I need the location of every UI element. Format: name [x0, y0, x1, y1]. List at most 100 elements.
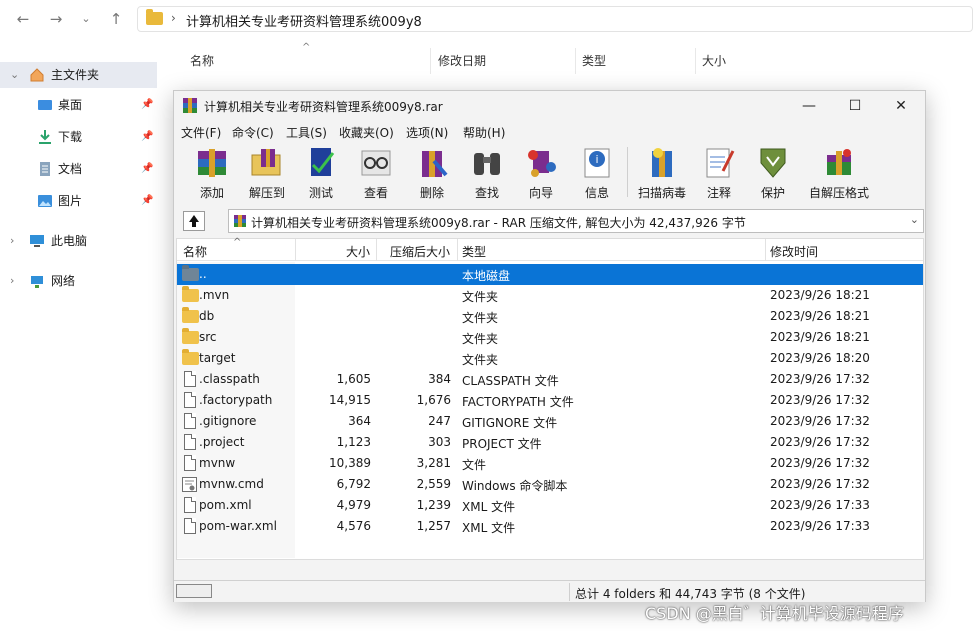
chevron-down-icon[interactable]: ⌄: [910, 213, 919, 226]
row-name: .mvn: [199, 288, 230, 302]
scan-virus-button[interactable]: 扫描病毒: [632, 143, 692, 203]
up-folder-button[interactable]: [183, 211, 205, 231]
navigation-pane: ⌄ 主文件夹 桌面 📌 下载 📌 文档 📌 图片 📌 › 此电脑 › 网络: [0, 44, 157, 631]
toolbar-label: 解压到: [248, 186, 285, 200]
table-row[interactable]: .mvn 文件夹 2023/9/26 18:21: [177, 285, 923, 306]
column-header-type[interactable]: 类型: [462, 243, 486, 260]
folder-icon: [182, 349, 199, 365]
sidebar-label: 此电脑: [51, 234, 88, 248]
table-row[interactable]: mvnw.cmd 6,792 2,559 Windows 命令脚本 2023/9…: [177, 474, 923, 495]
column-size[interactable]: 大小: [702, 48, 726, 74]
row-modified: 2023/9/26 17:32: [770, 456, 870, 470]
table-row[interactable]: .classpath 1,605 384 CLASSPATH 文件 2023/9…: [177, 369, 923, 390]
menu-help[interactable]: 帮助(H): [463, 124, 505, 141]
table-row[interactable]: .. 本地磁盘: [177, 264, 923, 285]
comment-button[interactable]: 注释: [694, 143, 744, 203]
column-name[interactable]: 名称: [190, 48, 214, 74]
column-separator[interactable]: [575, 48, 576, 74]
column-separator[interactable]: [695, 48, 696, 74]
row-name: .factorypath: [199, 393, 273, 407]
row-size: 14,915: [329, 393, 371, 407]
address-bar[interactable]: › 计算机相关专业考研资料管理系统009y8: [137, 6, 973, 32]
row-modified: 2023/9/26 17:33: [770, 519, 870, 533]
sort-caret-icon: ^: [302, 42, 311, 53]
row-name: .project: [199, 435, 245, 449]
chevron-down-icon[interactable]: ⌄: [10, 62, 19, 88]
pin-icon[interactable]: 📌: [141, 188, 153, 214]
table-row[interactable]: pom.xml 4,979 1,239 XML 文件 2023/9/26 17:…: [177, 495, 923, 516]
row-size: 4,979: [336, 498, 371, 512]
shield-icon: [760, 148, 786, 178]
sfx-button[interactable]: 自解压格式: [804, 143, 874, 203]
chevron-right-icon[interactable]: ›: [10, 268, 14, 294]
sidebar-item-documents[interactable]: 文档 📌: [0, 156, 157, 182]
column-header-size[interactable]: 大小: [346, 243, 370, 260]
sidebar-item-downloads[interactable]: 下载 📌: [0, 124, 157, 150]
menu-favorites[interactable]: 收藏夹(O): [339, 124, 394, 141]
column-separator[interactable]: [430, 48, 431, 74]
pin-icon[interactable]: 📌: [141, 92, 153, 118]
column-header-name[interactable]: 名称: [183, 243, 207, 260]
title-bar[interactable]: 计算机相关专业考研资料管理系统009y8.rar — ☐ ✕: [174, 91, 925, 121]
drive-key-icon[interactable]: [176, 584, 212, 598]
column-separator[interactable]: [765, 239, 766, 261]
column-separator[interactable]: [295, 239, 296, 261]
row-type: 文件: [462, 458, 487, 472]
column-type[interactable]: 类型: [582, 48, 606, 74]
row-name: db: [199, 309, 215, 323]
sidebar-item-pictures[interactable]: 图片 📌: [0, 188, 157, 214]
table-row[interactable]: .factorypath 14,915 1,676 FACTORYPATH 文件…: [177, 390, 923, 411]
wizard-button[interactable]: 向导: [516, 143, 566, 203]
menu-bar: 文件(F) 命令(C) 工具(S) 收藏夹(O) 选项(N) 帮助(H): [174, 121, 925, 143]
sidebar-label: 文档: [58, 162, 83, 176]
chevron-right-icon[interactable]: ›: [10, 228, 14, 254]
minimize-button[interactable]: —: [786, 91, 832, 121]
back-arrow-icon[interactable]: ←: [12, 9, 34, 29]
menu-commands[interactable]: 命令(C): [232, 124, 274, 141]
extract-to-button[interactable]: 解压到: [240, 143, 294, 203]
view-button[interactable]: 查看: [350, 143, 402, 203]
file-icon: [184, 392, 196, 408]
menu-file[interactable]: 文件(F): [181, 124, 221, 141]
computer-icon: [30, 235, 44, 247]
archive-path-combobox[interactable]: 计算机相关专业考研资料管理系统009y8.rar - RAR 压缩文件, 解包大…: [228, 209, 924, 233]
add-button[interactable]: 添加: [186, 143, 238, 203]
pin-icon[interactable]: 📌: [141, 156, 153, 182]
find-button[interactable]: 查找: [460, 143, 514, 203]
network-icon: [31, 276, 43, 288]
column-separator[interactable]: [457, 239, 458, 261]
row-name: ..: [199, 267, 207, 281]
up-arrow-icon[interactable]: ↑: [105, 9, 127, 29]
table-row[interactable]: .gitignore 364 247 GITIGNORE 文件 2023/9/2…: [177, 411, 923, 432]
close-button[interactable]: ✕: [878, 91, 924, 121]
row-type: 文件夹: [462, 311, 499, 325]
table-row[interactable]: db 文件夹 2023/9/26 18:21: [177, 306, 923, 327]
delete-button[interactable]: 删除: [406, 143, 458, 203]
column-date[interactable]: 修改日期: [438, 48, 486, 74]
maximize-button[interactable]: ☐: [832, 91, 878, 121]
home-icon: [30, 68, 44, 82]
protect-button[interactable]: 保护: [748, 143, 798, 203]
menu-options[interactable]: 选项(N): [406, 124, 448, 141]
column-separator[interactable]: [376, 239, 377, 261]
forward-arrow-icon[interactable]: →: [45, 9, 67, 29]
table-row[interactable]: .project 1,123 303 PROJECT 文件 2023/9/26 …: [177, 432, 923, 453]
row-name: mvnw.cmd: [199, 477, 264, 491]
sidebar-item-home[interactable]: ⌄ 主文件夹: [0, 62, 157, 88]
test-button[interactable]: 测试: [296, 143, 346, 203]
column-header-modified[interactable]: 修改时间: [770, 243, 818, 260]
toolbar-label: 扫描病毒: [637, 186, 686, 200]
table-row[interactable]: pom-war.xml 4,576 1,257 XML 文件 2023/9/26…: [177, 516, 923, 537]
menu-tools[interactable]: 工具(S): [286, 124, 327, 141]
table-row[interactable]: src 文件夹 2023/9/26 18:21: [177, 327, 923, 348]
table-row[interactable]: mvnw 10,389 3,281 文件 2023/9/26 17:32: [177, 453, 923, 474]
history-chevron-icon[interactable]: ⌄: [75, 9, 97, 29]
sidebar-item-desktop[interactable]: 桌面 📌: [0, 92, 157, 118]
table-row[interactable]: target 文件夹 2023/9/26 18:20: [177, 348, 923, 369]
sidebar-item-network[interactable]: › 网络: [0, 268, 157, 294]
pin-icon[interactable]: 📌: [141, 124, 153, 150]
sidebar-item-this-pc[interactable]: › 此电脑: [0, 228, 157, 254]
info-button[interactable]: i 信息: [572, 143, 622, 203]
winrar-window: 计算机相关专业考研资料管理系统009y8.rar — ☐ ✕ 文件(F) 命令(…: [173, 90, 926, 602]
column-header-packed[interactable]: 压缩后大小: [390, 243, 450, 260]
